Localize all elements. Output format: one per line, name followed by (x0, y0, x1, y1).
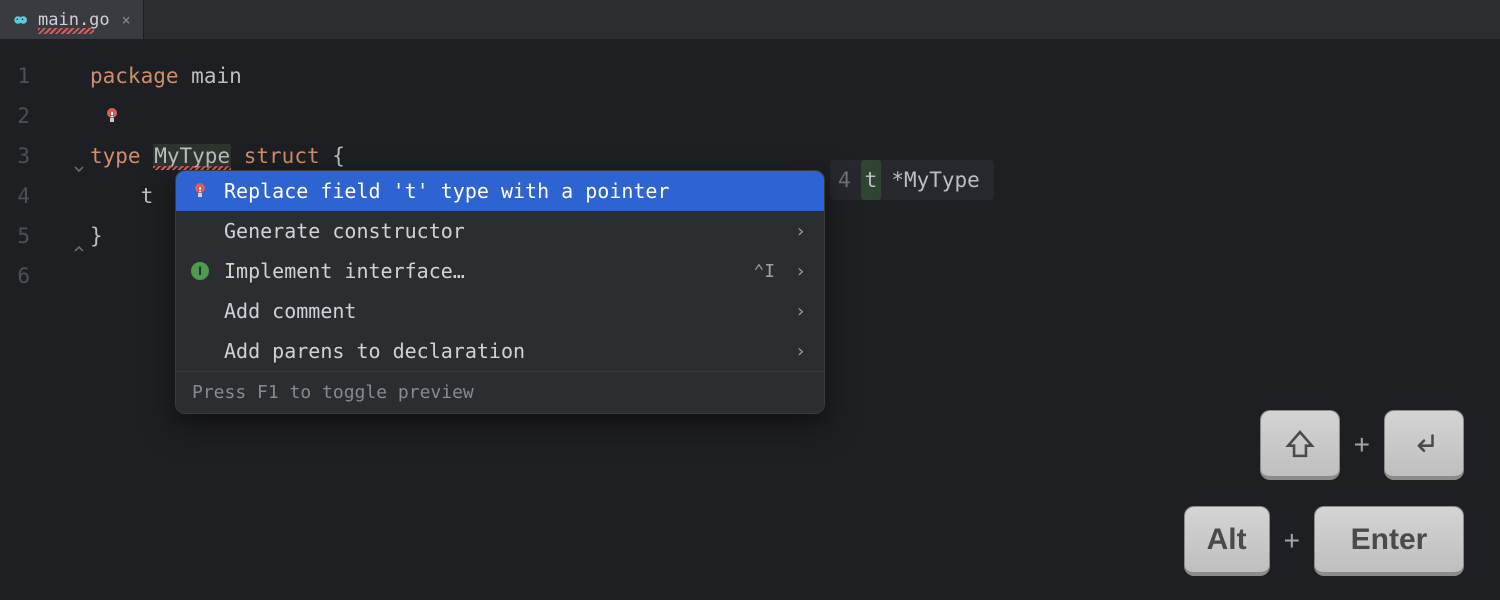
intention-label: Generate constructor (224, 219, 781, 243)
bulb-error-icon[interactable] (103, 98, 121, 116)
code-line: package main (90, 56, 1500, 96)
intention-item-replace-pointer[interactable]: Replace field 't' type with a pointer (176, 171, 824, 211)
chevron-right-icon: › (795, 341, 806, 362)
plus-icon: + (1284, 525, 1300, 557)
line-number: 1 (0, 56, 90, 96)
inline-type-hint: 4 t *MyType (830, 160, 994, 200)
fold-end-icon[interactable] (72, 229, 86, 243)
fold-start-icon[interactable] (72, 149, 86, 163)
intention-item-add-comment[interactable]: Add comment › (176, 291, 824, 331)
tab-filename: main.go (38, 10, 110, 30)
intention-label: Add parens to declaration (224, 339, 781, 363)
chevron-right-icon: › (795, 261, 806, 282)
enter-key: Enter (1314, 506, 1464, 576)
close-icon[interactable]: × (122, 11, 131, 29)
intention-label: Replace field 't' type with a pointer (224, 179, 806, 203)
bulb-error-icon (190, 182, 210, 200)
hint-field: t (861, 160, 882, 200)
chevron-right-icon: › (795, 301, 806, 322)
enter-key-icon (1384, 410, 1464, 480)
hint-type: *MyType (891, 160, 980, 200)
hint-line-number: 4 (838, 160, 851, 200)
intention-shortcut: ⌃I (753, 261, 775, 282)
line-number: 2 (0, 96, 90, 136)
line-number: 5 (0, 216, 90, 256)
shift-key-icon (1260, 410, 1340, 480)
shortcut-hint: + Alt + Enter (1184, 410, 1464, 576)
tab-bar: main.go × (0, 0, 1500, 40)
line-number: 6 (0, 256, 90, 296)
go-file-icon (12, 11, 30, 29)
shortcut-row: + (1260, 410, 1464, 480)
code-line (90, 96, 1500, 136)
intention-label: Implement interface… (224, 259, 739, 283)
intention-footer: Press F1 to toggle preview (176, 371, 824, 413)
shortcut-row: Alt + Enter (1184, 506, 1464, 576)
intention-item-implement-interface[interactable]: I Implement interface… ⌃I › (176, 251, 824, 291)
line-number: 3 (0, 136, 90, 176)
file-tab[interactable]: main.go × (0, 0, 144, 39)
error-squiggle (38, 28, 94, 34)
chevron-right-icon: › (795, 221, 806, 242)
alt-key: Alt (1184, 506, 1270, 576)
gutter: 1 2 3 4 5 6 (0, 40, 90, 600)
implement-icon: I (190, 262, 210, 280)
line-number: 4 (0, 176, 90, 216)
intention-item-generate-constructor[interactable]: Generate constructor › (176, 211, 824, 251)
intention-popup: Replace field 't' type with a pointer Ge… (175, 170, 825, 414)
intention-label: Add comment (224, 299, 781, 323)
intention-item-add-parens[interactable]: Add parens to declaration › (176, 331, 824, 371)
plus-icon: + (1354, 429, 1370, 461)
